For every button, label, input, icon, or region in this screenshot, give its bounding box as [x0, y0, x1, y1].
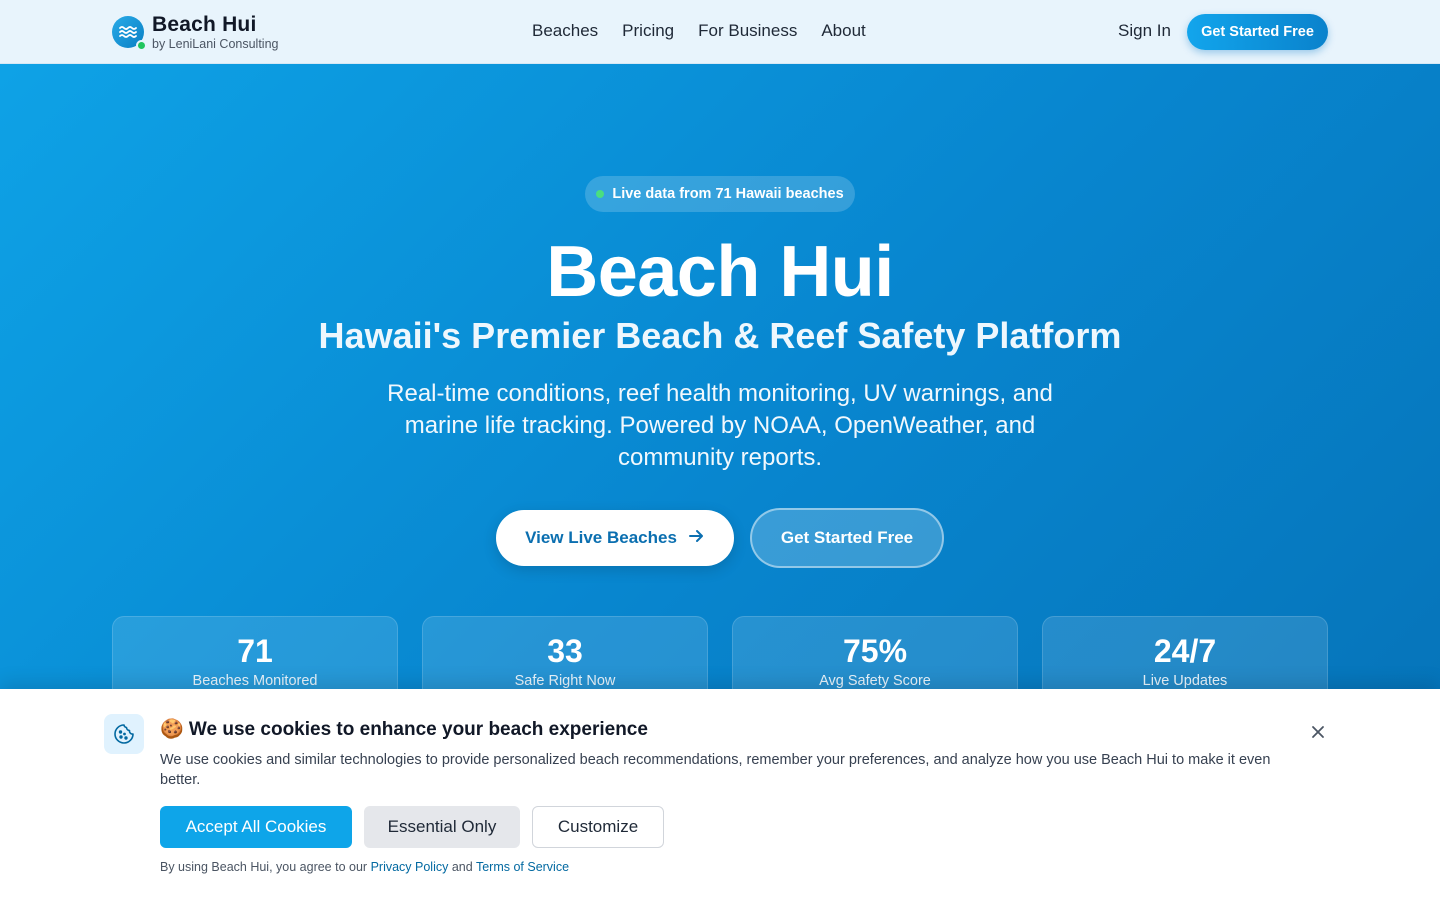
- brand-name: Beach Hui: [152, 13, 257, 36]
- close-icon[interactable]: [1306, 720, 1330, 744]
- brand[interactable]: Beach Hui by LeniLani Consulting: [112, 13, 279, 52]
- hero-subtitle: Hawaii's Premier Beach & Reef Safety Pla…: [318, 315, 1122, 356]
- stat-value: 75%: [842, 633, 908, 669]
- nav-pricing[interactable]: Pricing: [622, 21, 674, 41]
- sign-in-link[interactable]: Sign In: [1118, 21, 1171, 41]
- nav-about[interactable]: About: [821, 21, 865, 41]
- legal-and: and: [451, 860, 473, 874]
- view-live-beaches-label: View Live Beaches: [525, 528, 677, 547]
- privacy-policy-link[interactable]: Privacy Policy: [371, 860, 449, 874]
- arrow-right-icon: [687, 527, 705, 550]
- live-data-badge-text: Live data from 71 Hawaii beaches: [612, 186, 844, 202]
- brand-subtitle: by LeniLani Consulting: [152, 37, 279, 51]
- stat-value: 24/7: [1153, 633, 1217, 669]
- nav-for-business[interactable]: For Business: [698, 21, 797, 41]
- header-get-started-button[interactable]: Get Started Free: [1187, 14, 1328, 50]
- stat-value: 33: [547, 633, 583, 669]
- terms-of-service-link[interactable]: Terms of Service: [476, 860, 569, 874]
- hero-title: Beach Hui: [546, 232, 894, 312]
- hero-description: Real-time conditions, reef health monito…: [387, 380, 1053, 471]
- stat-label: Avg Safety Score: [819, 673, 931, 689]
- online-status-dot: [136, 40, 147, 52]
- cookie-banner: 🍪 We use cookies to enhance your beach e…: [0, 689, 1440, 900]
- cookie-title: 🍪 We use cookies to enhance your beach e…: [160, 719, 648, 740]
- stat-label: Safe Right Now: [514, 673, 616, 689]
- cookie-icon: [104, 714, 144, 754]
- nav-beaches[interactable]: Beaches: [532, 21, 598, 41]
- essential-only-button[interactable]: Essential Only: [364, 806, 520, 848]
- main-nav: Beaches Pricing For Business About: [532, 21, 866, 41]
- live-indicator-dot: [596, 190, 605, 198]
- stat-label: Live Updates: [1142, 673, 1228, 689]
- customize-button[interactable]: Customize: [532, 806, 664, 848]
- cookie-legal-text: By using Beach Hui, you agree to our Pri…: [160, 860, 569, 874]
- stat-label: Beaches Monitored: [192, 673, 318, 689]
- waves-icon: [112, 16, 147, 52]
- live-data-badge: Live data from 71 Hawaii beaches: [585, 176, 855, 212]
- cookie-description: We use cookies and similar technologies …: [160, 752, 1271, 788]
- site-header: Beach Hui by LeniLani Consulting Beaches…: [0, 0, 1440, 64]
- hero-get-started-button[interactable]: Get Started Free: [750, 508, 944, 568]
- legal-prefix: By using Beach Hui, you agree to our: [160, 860, 368, 874]
- accept-all-cookies-button[interactable]: Accept All Cookies: [160, 806, 352, 848]
- view-live-beaches-button[interactable]: View Live Beaches: [496, 510, 734, 566]
- stat-value: 71: [237, 633, 273, 669]
